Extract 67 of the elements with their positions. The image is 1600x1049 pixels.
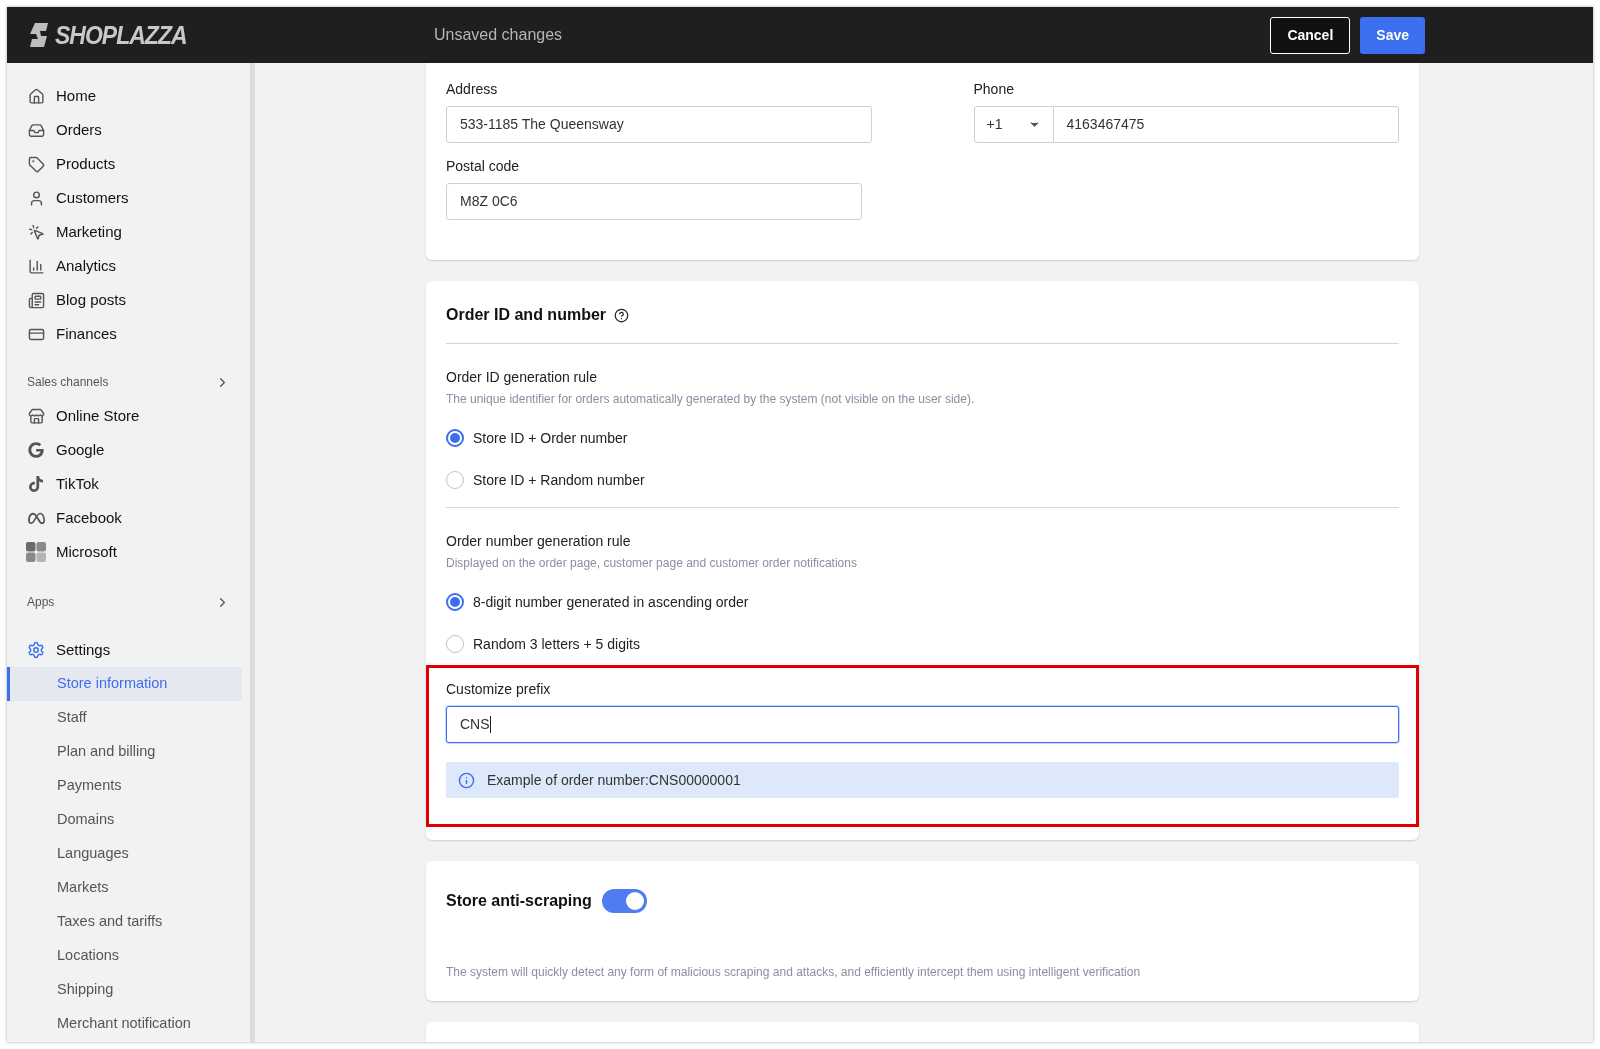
sidebar-item[interactable]: Facebook	[7, 501, 250, 535]
logo-wordmark: SHOPLAZZA	[55, 19, 187, 52]
field-label: Customize prefix	[446, 680, 552, 699]
sidebar-subitem[interactable]: Plan and billing	[7, 735, 242, 769]
g-letter-icon	[28, 442, 44, 458]
phone-field[interactable]: 4163467475	[1053, 106, 1399, 143]
tag-icon	[27, 155, 45, 173]
section-heading: Sales channels	[27, 374, 109, 391]
info-icon	[458, 771, 475, 789]
settings-icon	[27, 641, 45, 659]
field-label: Address	[446, 80, 499, 99]
field-label: Postal code	[446, 157, 521, 176]
sidebar-subitem[interactable]: Domains	[7, 803, 242, 837]
country-code-select[interactable]: +1	[973, 106, 1054, 143]
newspaper-icon	[27, 291, 45, 309]
rule-title: Order ID generation rule	[446, 368, 598, 387]
section-heading: Apps	[27, 594, 55, 611]
prefix-field[interactable]: CNS	[446, 706, 1399, 743]
card-description: The system will quickly detect any form of malicious scraping and attacks, and efficiently intercept them using intelligent verification	[446, 964, 1142, 981]
cancel-button[interactable]: Cancel	[1270, 16, 1351, 54]
sidebar-subitem[interactable]: Markets	[7, 871, 242, 905]
address-field[interactable]: 533-1185 The Queensway	[446, 106, 872, 143]
sidebar-item[interactable]: TikTok	[7, 467, 250, 501]
home-icon	[27, 87, 45, 105]
sidebar-item[interactable]: Microsoft	[7, 535, 250, 569]
toggle-switch[interactable]	[601, 889, 647, 913]
sidebar-item[interactable]: Finances	[7, 317, 250, 351]
radio-option[interactable]: Random 3 letters + 5 digits	[446, 633, 640, 655]
sidebar-item[interactable]: Orders	[7, 113, 250, 147]
inbox-icon	[27, 121, 45, 139]
sidebar-item[interactable]: Online Store	[7, 399, 250, 433]
windows-grid-icon	[26, 542, 46, 562]
bar-chart-icon	[27, 257, 45, 275]
sidebar-item[interactable]: Products	[7, 147, 250, 181]
cursor-icon	[27, 223, 45, 241]
rule-title: Order number generation rule	[446, 532, 632, 551]
postal-code-field[interactable]: M8Z 0C6	[446, 183, 862, 220]
sidebar-subitem[interactable]: Taxes and tariffs	[7, 905, 242, 939]
sidebar-subitem[interactable]: Locations	[7, 939, 242, 973]
help-icon[interactable]	[614, 307, 630, 323]
sidebar-item[interactable]: Analytics	[7, 249, 250, 283]
rule-description: Displayed on the order page, customer page and customer order notifications	[446, 555, 858, 572]
card-title: Order ID and number	[446, 305, 607, 325]
radio-option[interactable]: Store ID + Random number	[446, 469, 645, 491]
field-label: Phone	[973, 80, 1015, 99]
save-button[interactable]: Save	[1360, 16, 1425, 54]
sidebar-item[interactable]: Blog posts	[7, 283, 250, 317]
sidebar-subitem[interactable]: Shipping	[7, 973, 242, 1007]
rule-description: The unique identifier for orders automatically generated by the system (not visible on the user side).	[446, 391, 976, 408]
logo-icon	[27, 22, 49, 48]
sidebar-subitem[interactable]: Payments	[7, 769, 242, 803]
sidebar-item[interactable]: Settings	[7, 633, 250, 667]
radio-option[interactable]: 8-digit number generated in ascending order	[446, 591, 749, 613]
music-note-icon	[28, 476, 44, 492]
sidebar-item[interactable]: Customers	[7, 181, 250, 215]
sidebar-subitem[interactable]: Languages	[7, 837, 242, 871]
sidebar-subitem[interactable]: Store information	[7, 667, 242, 701]
sidebar-item[interactable]: Marketing	[7, 215, 250, 249]
sidebar-item[interactable]: Home	[7, 79, 250, 113]
page-status: Unsaved changes	[434, 25, 563, 45]
sidebar-subitem[interactable]: Staff	[7, 701, 242, 735]
info-text: Example of order number:CNS00000001	[487, 770, 741, 790]
radio-option[interactable]: Store ID + Order number	[446, 427, 628, 449]
card-title: Store anti-scraping	[446, 891, 592, 911]
sidebar-subitem[interactable]: Merchant notification	[7, 1007, 242, 1041]
sidebar-item[interactable]: Google	[7, 433, 250, 467]
storefront-icon	[27, 407, 45, 425]
